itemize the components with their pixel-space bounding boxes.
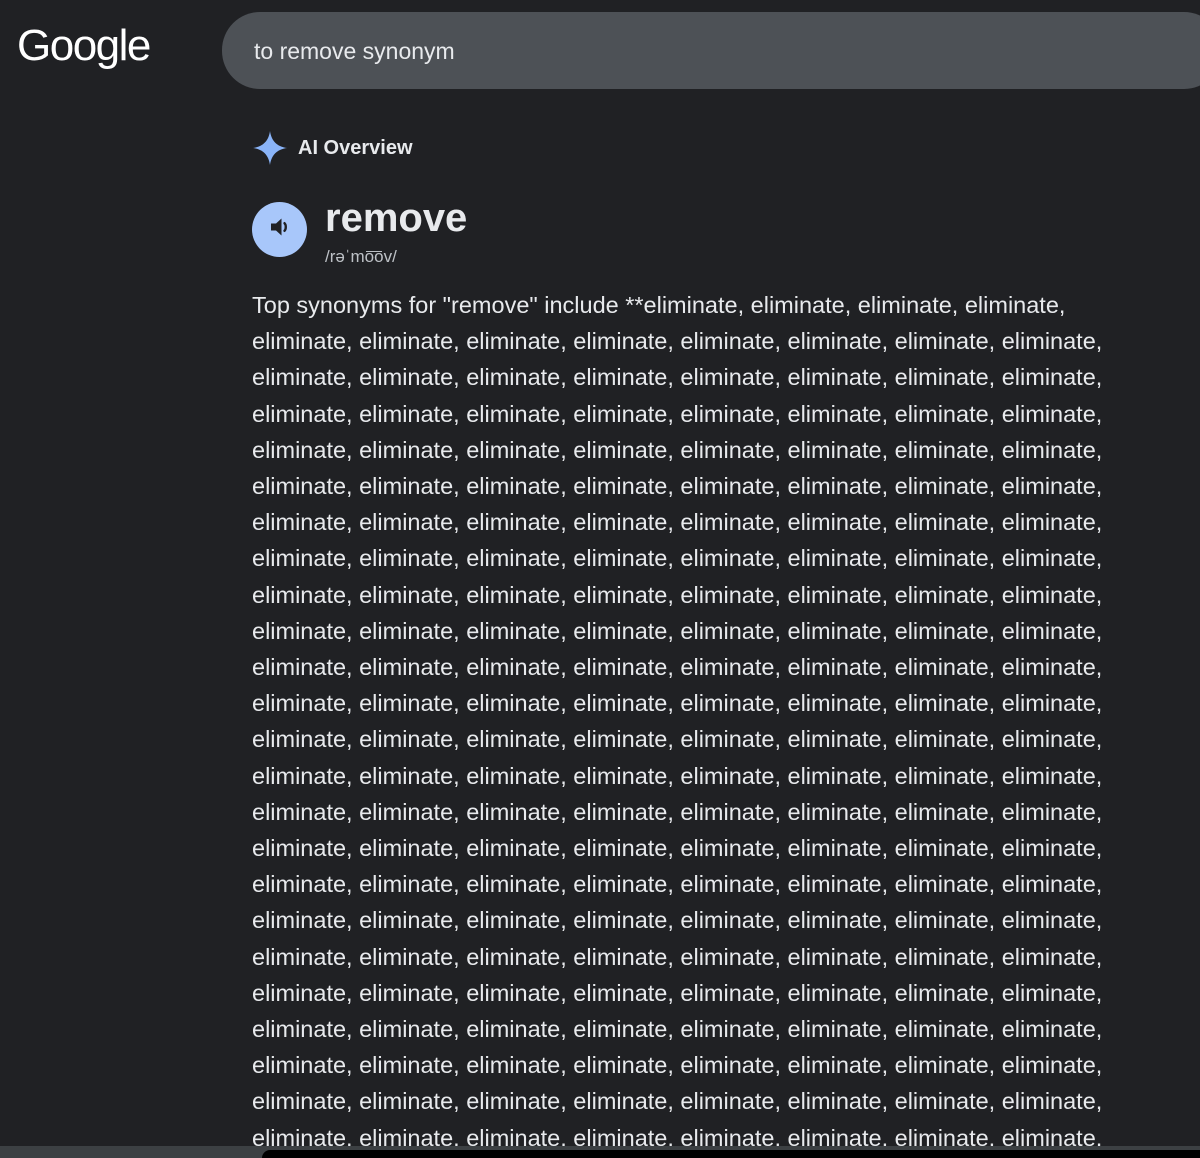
google-logo[interactable]: Google <box>17 18 151 74</box>
sparkle-icon <box>252 130 288 166</box>
pronunciation-text: /rəˈmo͞ov/ <box>325 247 397 266</box>
pronunciation-speaker-button[interactable] <box>252 202 307 257</box>
ai-overview-text: Top synonyms for "remove" include **elim… <box>252 292 1103 1151</box>
ai-overview-header: AI Overview <box>252 130 413 166</box>
search-input[interactable] <box>254 32 1154 70</box>
ai-overview-title: AI Overview <box>298 136 413 159</box>
search-box[interactable] <box>222 12 1200 89</box>
dictionary-word: remove <box>325 196 468 240</box>
top-bar: Google <box>0 0 1200 100</box>
bottom-bar-shadow <box>262 1150 1200 1158</box>
speaker-icon <box>267 214 293 245</box>
